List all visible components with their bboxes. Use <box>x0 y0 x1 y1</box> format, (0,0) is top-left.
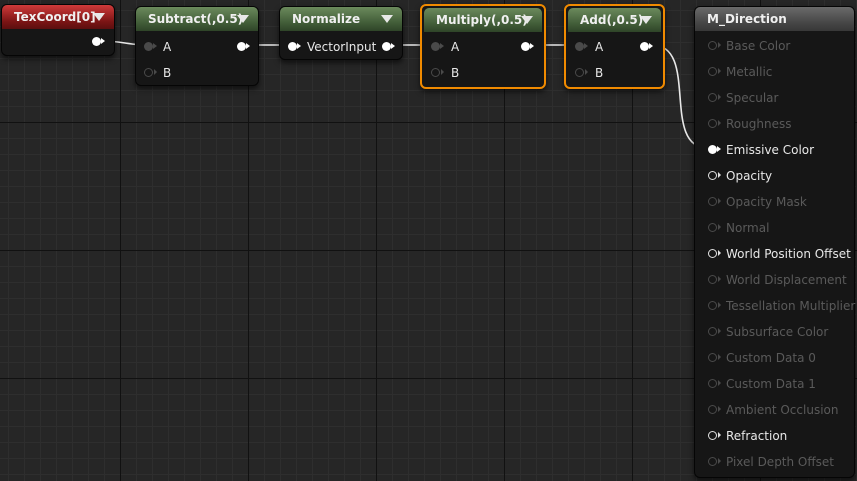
chevron-down-icon[interactable] <box>381 15 393 23</box>
node-header[interactable]: Add(,0.5) <box>568 8 661 32</box>
input-pin-base-color[interactable] <box>708 41 721 50</box>
input-pin-world-displacement[interactable] <box>708 275 721 284</box>
input-pin-normal[interactable] <box>708 223 721 232</box>
input-label-base-color: Base Color <box>726 39 791 53</box>
multiply-node[interactable]: Multiply(,0.5) A B <box>420 4 546 89</box>
input-label-specular: Specular <box>726 91 779 105</box>
input-label-refraction: Refraction <box>726 429 788 443</box>
input-pin-vectorinput[interactable] <box>288 42 301 51</box>
output-pin[interactable] <box>640 42 653 51</box>
subtract-node[interactable]: Subtract(,0.5) A B <box>135 6 259 86</box>
input-pin-a[interactable] <box>144 42 157 51</box>
output-pin[interactable] <box>521 42 534 51</box>
input-label-custom-data-1: Custom Data 1 <box>726 377 816 391</box>
input-pin-b[interactable] <box>575 68 588 77</box>
node-title: Add(,0.5) <box>580 13 644 27</box>
pin-label-b: B <box>163 66 172 80</box>
input-label-opacity: Opacity <box>726 169 773 183</box>
input-pin-subsurface-color[interactable] <box>708 327 721 336</box>
input-label-normal: Normal <box>726 221 770 235</box>
pin-label-a: A <box>451 40 460 54</box>
input-pin-ambient-occlusion[interactable] <box>708 405 721 414</box>
input-label-custom-data-0: Custom Data 0 <box>726 351 816 365</box>
input-label-roughness: Roughness <box>726 117 792 131</box>
input-pin-specular[interactable] <box>708 93 721 102</box>
input-pin-a[interactable] <box>431 42 444 51</box>
input-label-world-displacement: World Displacement <box>726 273 847 287</box>
output-pin[interactable] <box>237 42 250 51</box>
material-result-node[interactable]: M_Direction Base Color Metallic Specular Ro… <box>694 6 855 478</box>
chevron-down-icon[interactable] <box>521 16 533 24</box>
node-title: M_Direction <box>707 12 787 26</box>
texcoord-node[interactable]: TexCoord[0] <box>1 4 115 56</box>
input-pin-refraction[interactable] <box>708 431 721 440</box>
input-label-opacity-mask: Opacity Mask <box>726 195 807 209</box>
input-pin-custom-data-1[interactable] <box>708 379 721 388</box>
input-pin-a[interactable] <box>575 42 588 51</box>
normalize-node[interactable]: Normalize VectorInput <box>279 6 403 60</box>
input-label-ambient-occlusion: Ambient Occlusion <box>726 403 839 417</box>
output-pin[interactable] <box>92 37 105 46</box>
pin-label-b: B <box>595 66 604 80</box>
output-pin[interactable] <box>382 42 395 51</box>
pin-label-a: A <box>595 40 604 54</box>
input-pin-pixel-depth-offset[interactable] <box>708 457 721 466</box>
input-pin-b[interactable] <box>431 68 444 77</box>
input-pin-emissive-color[interactable] <box>708 145 721 154</box>
add-node[interactable]: Add(,0.5) A B <box>564 4 665 89</box>
node-header[interactable]: Subtract(,0.5) <box>136 7 258 31</box>
input-label-emissive-color: Emissive Color <box>726 143 815 157</box>
pin-label-vectorinput: VectorInput <box>307 40 377 54</box>
node-title: Normalize <box>292 12 361 26</box>
input-pin-world-position-offset[interactable] <box>708 249 721 258</box>
input-pin-opacity-mask[interactable] <box>708 197 721 206</box>
node-header[interactable]: TexCoord[0] <box>2 5 114 29</box>
input-label-world-position-offset: World Position Offset <box>726 247 851 261</box>
node-title: Subtract(,0.5) <box>148 12 244 26</box>
node-header[interactable]: M_Direction <box>695 7 854 31</box>
pin-label-a: A <box>163 40 172 54</box>
pin-label-b: B <box>451 66 460 80</box>
input-pin-metallic[interactable] <box>708 67 721 76</box>
input-pin-roughness[interactable] <box>708 119 721 128</box>
input-pin-tessellation-multiplier[interactable] <box>708 301 721 310</box>
chevron-down-icon[interactable] <box>93 13 105 21</box>
input-pin-custom-data-0[interactable] <box>708 353 721 362</box>
input-label-tessellation-multiplier: Tessellation Multiplier <box>726 299 856 313</box>
input-pin-opacity[interactable] <box>708 171 721 180</box>
input-pin-b[interactable] <box>144 68 157 77</box>
chevron-down-icon[interactable] <box>640 16 652 24</box>
node-title: TexCoord[0] <box>14 10 96 24</box>
input-label-subsurface-color: Subsurface Color <box>726 325 829 339</box>
input-label-pixel-depth-offset: Pixel Depth Offset <box>726 455 834 469</box>
chevron-down-icon[interactable] <box>237 15 249 23</box>
node-header[interactable]: Multiply(,0.5) <box>424 8 542 32</box>
input-label-metallic: Metallic <box>726 65 773 79</box>
node-header[interactable]: Normalize <box>280 7 402 31</box>
node-title: Multiply(,0.5) <box>436 13 528 27</box>
